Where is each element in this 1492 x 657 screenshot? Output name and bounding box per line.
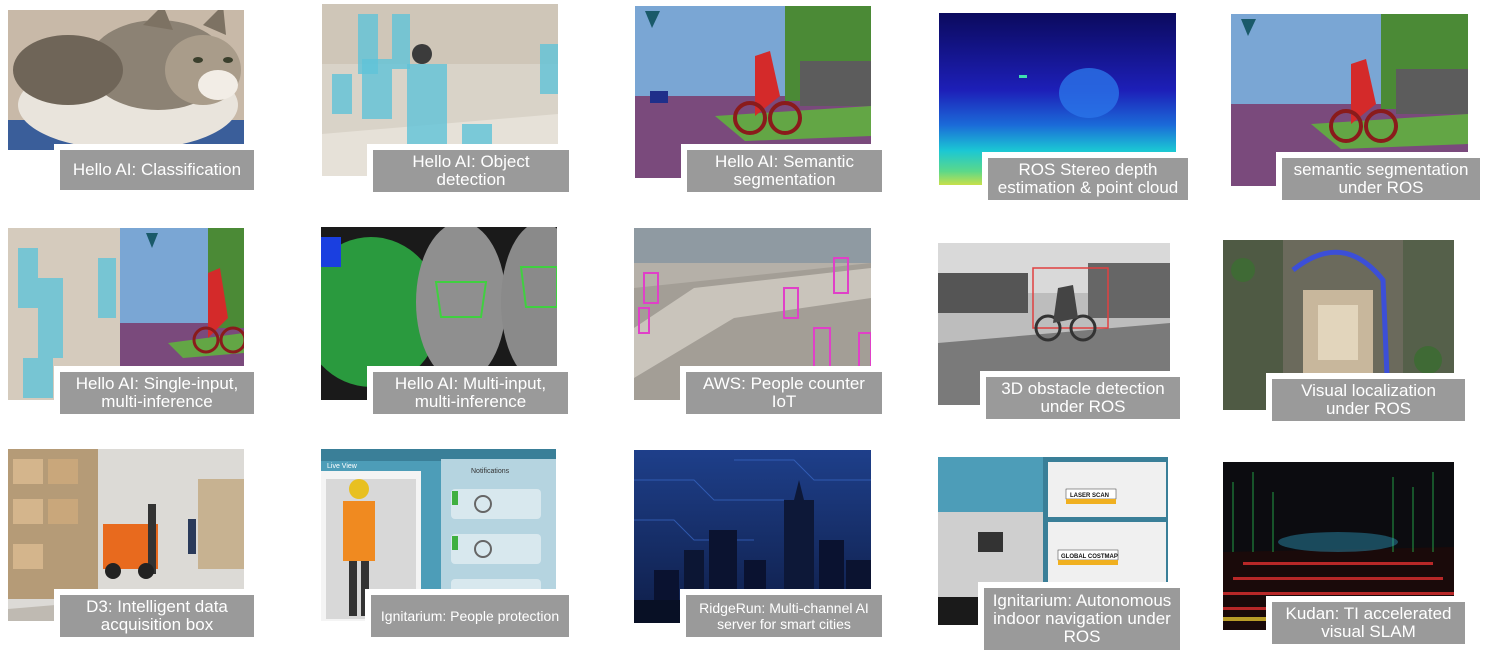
notifications-label: Notifications [471, 468, 510, 475]
caption-multi-input: Hello AI: Multi-input, multi-inference [373, 372, 568, 414]
caption-ros-stereo: ROS Stereo depth estimation & point clou… [988, 158, 1188, 200]
caption-single-input: Hello AI: Single-input, multi-inference [60, 372, 254, 414]
live-view-label: Live View [327, 463, 358, 470]
laser-scan-label: LASER SCAN [1070, 493, 1109, 499]
caption-ros-3d-obstacle: 3D obstacle detection under ROS [986, 377, 1180, 419]
caption-classification: Hello AI: Classification [60, 150, 254, 190]
caption-object-detection: Hello AI: Object detection [373, 150, 569, 192]
caption-visual-localization: Visual localization under ROS [1272, 379, 1465, 421]
caption-semantic-segmentation: Hello AI: Semantic segmentation [687, 150, 882, 192]
caption-ridgerun: RidgeRun: Multi-channel AI server for sm… [686, 595, 882, 637]
thumb-cat-image [8, 10, 244, 150]
caption-ros-semantic: semantic segmentation under ROS [1282, 158, 1480, 200]
caption-d3: D3: Intelligent data acquisition box [60, 595, 254, 637]
caption-aws-people: AWS: People counter IoT [686, 372, 882, 414]
global-costmap-label: GLOBAL COSTMAP [1061, 554, 1118, 560]
caption-kudan: Kudan: TI accelerated visual SLAM [1272, 602, 1465, 644]
caption-ignitarium-navigation: Ignitarium: Autonomous indoor navigation… [984, 588, 1180, 650]
caption-ignitarium-protection: Ignitarium: People protection [371, 595, 569, 637]
